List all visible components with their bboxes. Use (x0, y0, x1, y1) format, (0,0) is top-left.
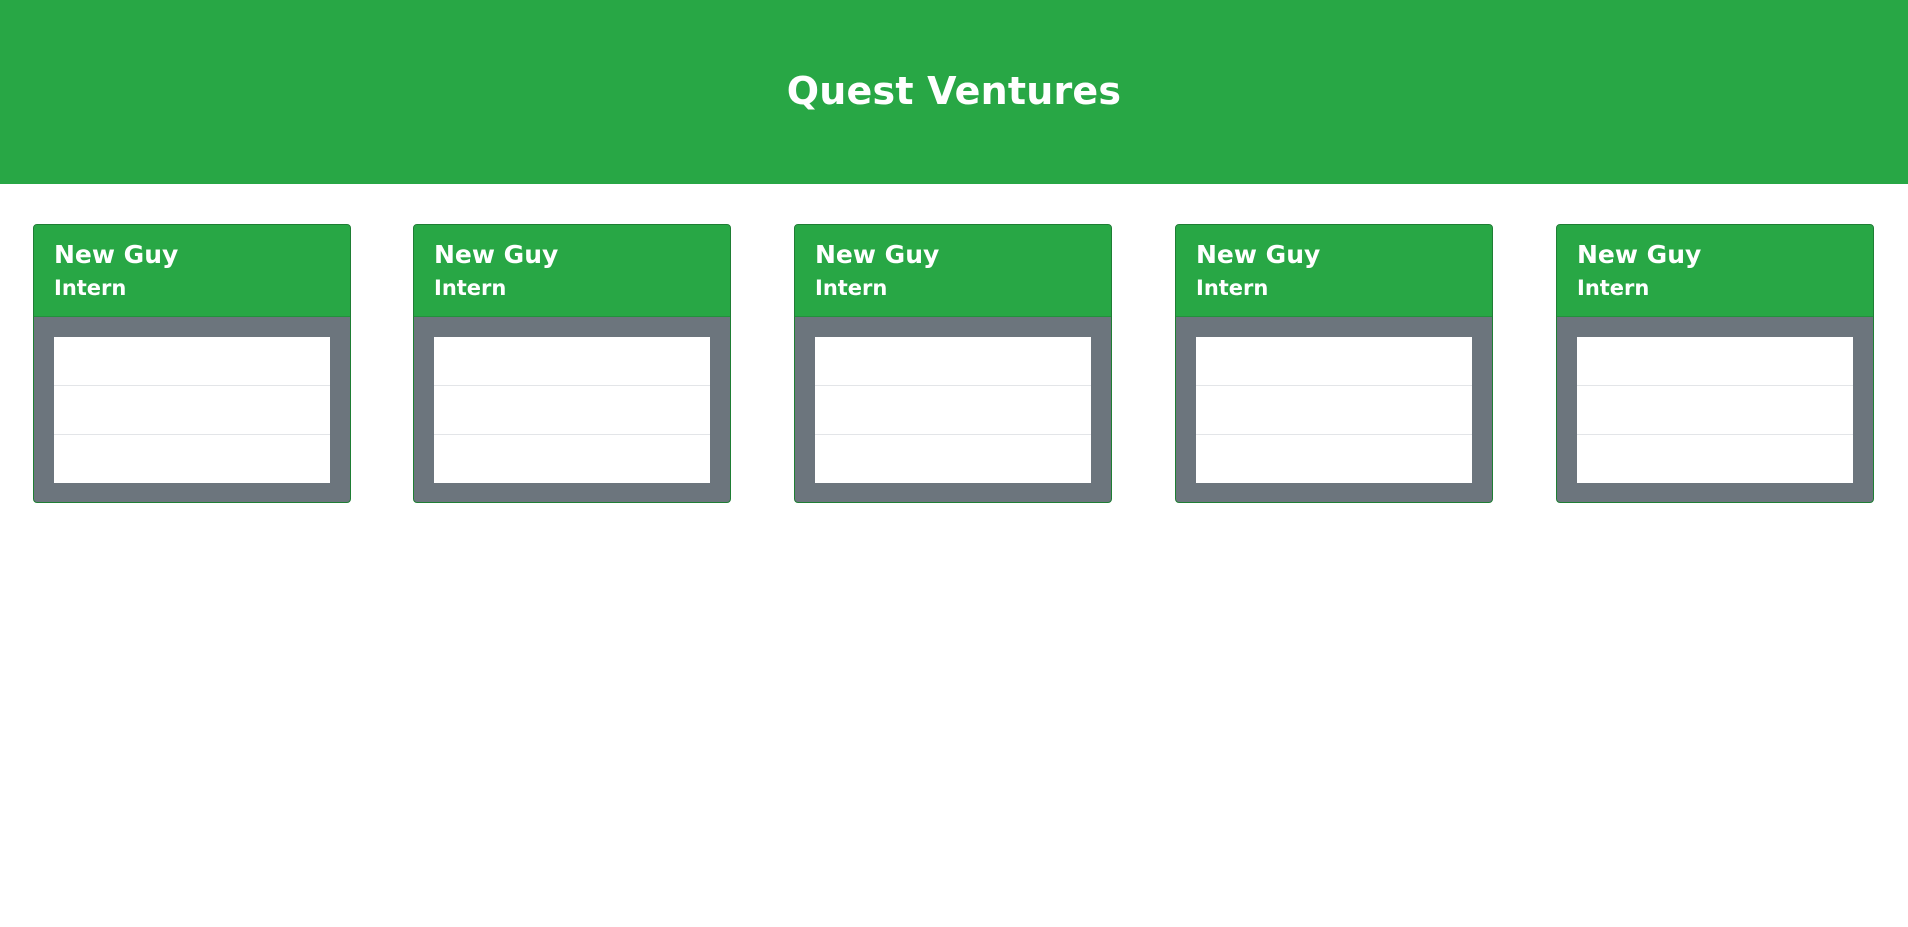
employee-name: New Guy (1577, 240, 1702, 269)
task-slot[interactable] (434, 337, 710, 386)
task-slot[interactable] (815, 337, 1091, 386)
task-slot-list (434, 337, 710, 483)
task-slot[interactable] (815, 386, 1091, 435)
employee-card[interactable]: New Guy Intern (1556, 224, 1874, 503)
task-slot[interactable] (434, 435, 710, 483)
card-body (1176, 317, 1492, 502)
task-slot[interactable] (1577, 337, 1853, 386)
card-body (414, 317, 730, 502)
employee-role: Intern (1196, 276, 1269, 300)
employee-card[interactable]: New Guy Intern (413, 224, 731, 503)
card-header: New Guy Intern (414, 225, 730, 317)
task-slot[interactable] (815, 435, 1091, 483)
card-body (795, 317, 1111, 502)
page-header: Quest Ventures (0, 0, 1908, 184)
employee-card[interactable]: New Guy Intern (33, 224, 351, 503)
task-slot[interactable] (1196, 337, 1472, 386)
employee-role: Intern (815, 276, 888, 300)
task-slot[interactable] (54, 435, 330, 483)
task-slot-list (1196, 337, 1472, 483)
employee-card[interactable]: New Guy Intern (1175, 224, 1493, 503)
card-header: New Guy Intern (1176, 225, 1492, 317)
task-slot[interactable] (1196, 386, 1472, 435)
employee-name: New Guy (815, 240, 940, 269)
employee-card-row: New Guy Intern New Guy Intern New Guy In… (0, 184, 1908, 927)
card-body (1557, 317, 1873, 502)
task-slot[interactable] (1577, 435, 1853, 483)
employee-name: New Guy (434, 240, 559, 269)
card-body (34, 317, 350, 502)
employee-card[interactable]: New Guy Intern (794, 224, 1112, 503)
card-header: New Guy Intern (1557, 225, 1873, 317)
employee-role: Intern (1577, 276, 1650, 300)
employee-name: New Guy (1196, 240, 1321, 269)
card-header: New Guy Intern (34, 225, 350, 317)
card-header: New Guy Intern (795, 225, 1111, 317)
task-slot-list (815, 337, 1091, 483)
task-slot-list (1577, 337, 1853, 483)
employee-role: Intern (434, 276, 507, 300)
task-slot-list (54, 337, 330, 483)
page-title: Quest Ventures (786, 68, 1122, 113)
task-slot[interactable] (54, 386, 330, 435)
task-slot[interactable] (1577, 386, 1853, 435)
employee-role: Intern (54, 276, 127, 300)
task-slot[interactable] (434, 386, 710, 435)
task-slot[interactable] (1196, 435, 1472, 483)
task-slot[interactable] (54, 337, 330, 386)
employee-name: New Guy (54, 240, 179, 269)
